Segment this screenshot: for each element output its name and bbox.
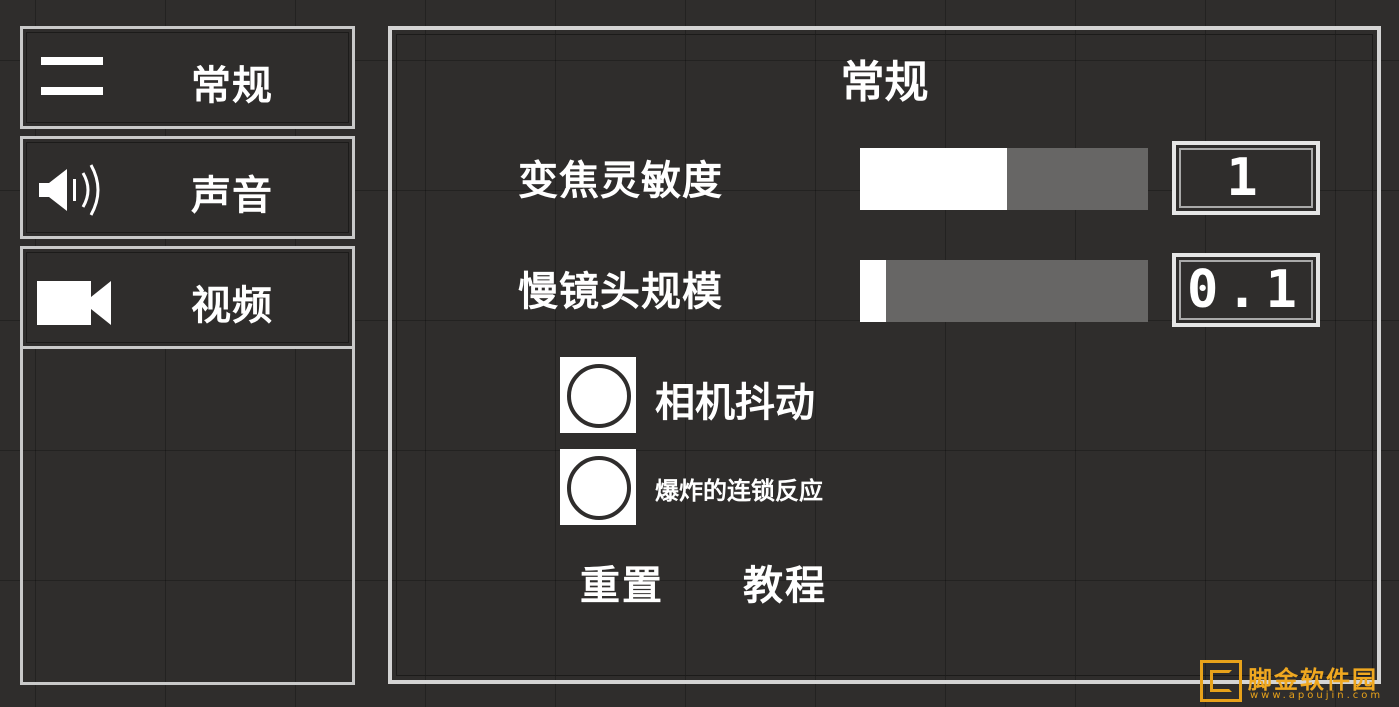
speaker-icon	[37, 153, 109, 225]
explosion-chain-reaction-label: 爆炸的连锁反应	[655, 477, 823, 505]
sidebar-empty-area	[20, 346, 355, 685]
watermark: 脚金软件园 www.apoujin.com	[1200, 660, 1394, 704]
sidebar-item-sound[interactable]: 声音	[20, 136, 355, 239]
zoom-sensitivity-value-field[interactable]: 1	[1172, 141, 1320, 215]
panel-title: 常规	[840, 57, 929, 108]
slider-fill	[860, 148, 1007, 210]
zoom-sensitivity-slider[interactable]	[860, 148, 1148, 210]
menu-icon	[37, 43, 109, 123]
checkbox-ring	[567, 364, 631, 428]
settings-panel: 常规 变焦灵敏度 1 慢镜头规模 0.1 相机抖动 爆炸的连锁反应 重置 教程	[388, 26, 1381, 684]
explosion-chain-reaction-checkbox[interactable]	[560, 449, 636, 525]
slow-motion-scale-value-field[interactable]: 0.1	[1172, 253, 1320, 327]
checkbox-ring	[567, 456, 631, 520]
watermark-url: www.apoujin.com	[1250, 690, 1384, 701]
tutorial-button[interactable]: 教程	[743, 553, 827, 611]
sidebar-item-label: 常规	[191, 63, 273, 109]
watermark-logo-icon	[1200, 660, 1242, 702]
reset-button[interactable]: 重置	[580, 553, 664, 611]
sidebar-item-label: 声音	[191, 173, 273, 219]
video-camera-icon	[37, 263, 111, 335]
sidebar: 常规 声音 视频	[20, 26, 355, 685]
slider-fill	[860, 260, 886, 322]
camera-shake-label: 相机抖动	[655, 380, 815, 426]
sidebar-item-label: 视频	[191, 283, 273, 329]
zoom-sensitivity-value: 1	[1226, 148, 1266, 208]
zoom-sensitivity-label: 变焦灵敏度	[518, 158, 723, 204]
sidebar-item-video[interactable]: 视频	[20, 246, 355, 349]
camera-shake-checkbox[interactable]	[560, 357, 636, 433]
slow-motion-scale-value: 0.1	[1187, 260, 1305, 320]
sidebar-item-general[interactable]: 常规	[20, 26, 355, 129]
slow-motion-scale-label: 慢镜头规模	[518, 269, 723, 315]
slow-motion-scale-slider[interactable]	[860, 260, 1148, 322]
